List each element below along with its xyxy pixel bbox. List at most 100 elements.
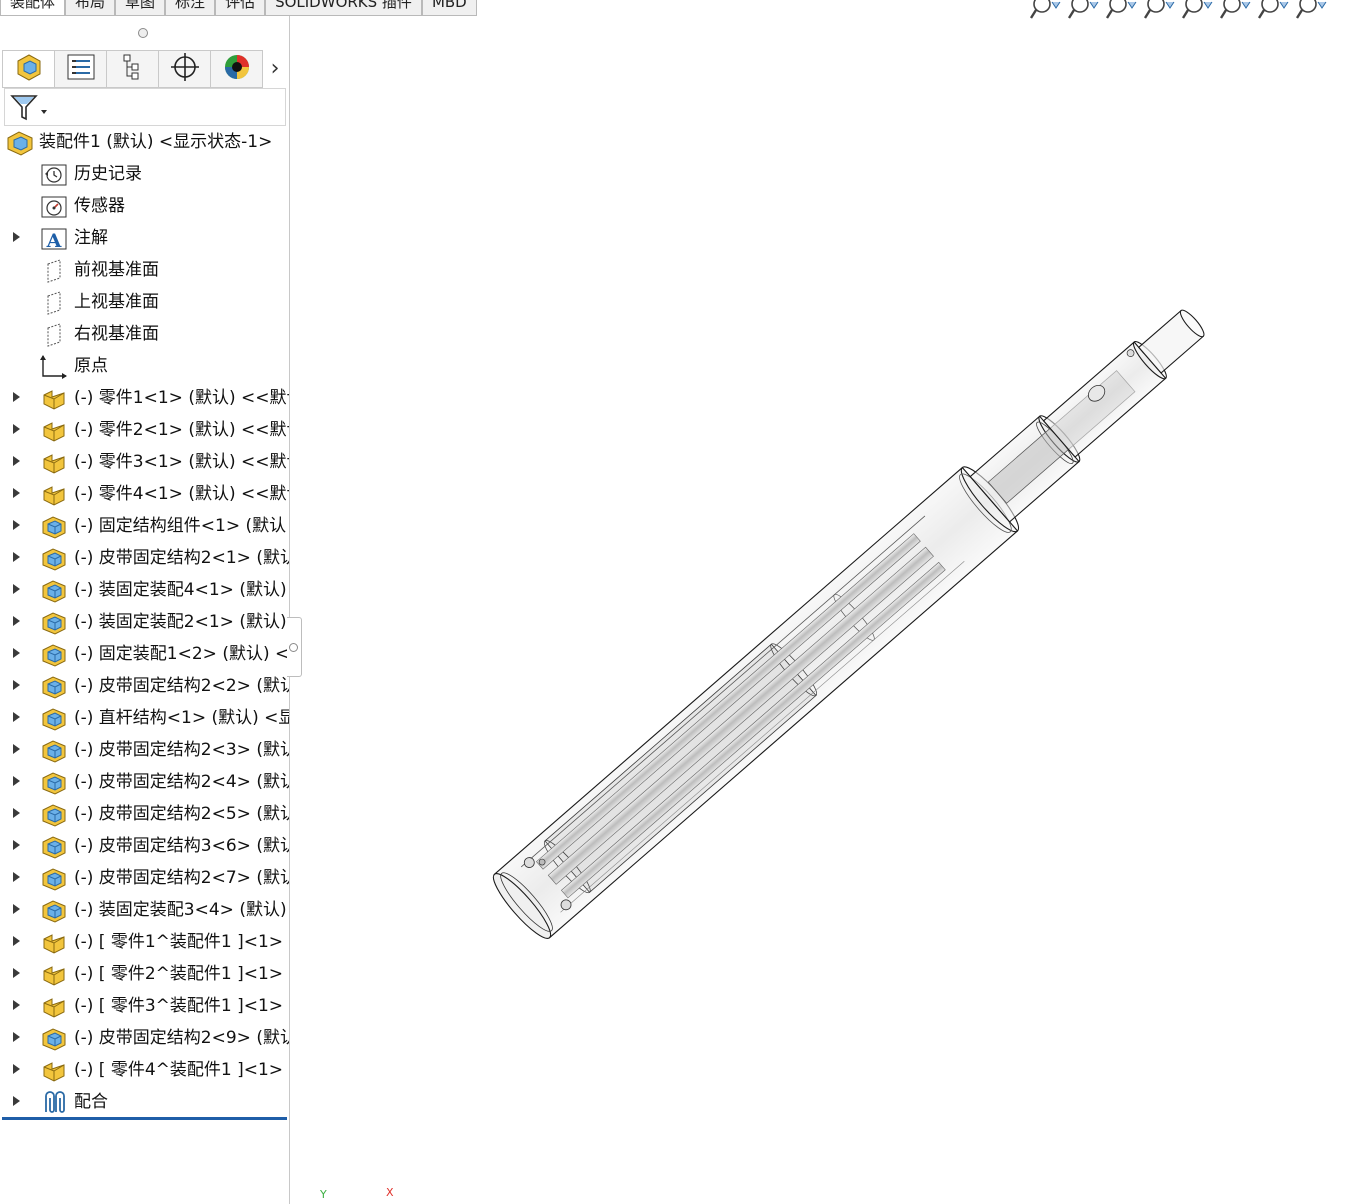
tree-item[interactable]: 历史记录 xyxy=(0,158,289,190)
expand-arrow-icon[interactable] xyxy=(13,232,20,242)
tree-item[interactable]: (-) 零件1<1> (默认) <<默认 xyxy=(0,382,289,414)
expand-arrow-icon[interactable] xyxy=(13,616,20,626)
tree-item[interactable]: (-) 皮带固定结构2<5> (默认 xyxy=(0,798,289,830)
tree-item[interactable]: (-) 皮带固定结构2<1> (默认 xyxy=(0,542,289,574)
tree-item-label: (-) [ 零件2^装配件1 ]<1> xyxy=(74,964,284,984)
tree-item-label: (-) [ 零件3^装配件1 ]<1> xyxy=(74,996,284,1016)
command-tab-0[interactable]: 装配体 xyxy=(0,0,66,16)
tree-item[interactable]: (-) [ 零件1^装配件1 ]<1> xyxy=(0,926,289,958)
tree-item[interactable]: (-) 装固定装配3<4> (默认) xyxy=(0,894,289,926)
filter-icon[interactable] xyxy=(7,90,51,124)
expand-arrow-icon[interactable] xyxy=(13,808,20,818)
dimxpertmanager-tab[interactable] xyxy=(159,50,211,88)
expand-arrow-icon[interactable] xyxy=(13,776,20,786)
tree-item[interactable]: 右视基准面 xyxy=(0,318,289,350)
expand-arrow-icon[interactable] xyxy=(13,424,20,434)
configurationmanager-icon xyxy=(118,52,148,86)
tree-item[interactable]: (-) 皮带固定结构2<3> (默认 xyxy=(0,734,289,766)
expand-arrow-icon[interactable] xyxy=(13,936,20,946)
tree-item[interactable]: 前视基准面 xyxy=(0,254,289,286)
tree-item[interactable]: (-) 皮带固定结构2<2> (默认 xyxy=(0,670,289,702)
command-tab-2[interactable]: 草图 xyxy=(115,0,166,16)
tree-item-label: 注解 xyxy=(74,228,108,248)
panel-grip-handle[interactable] xyxy=(138,28,148,38)
tree-item[interactable]: (-) 装固定装配4<1> (默认) xyxy=(0,574,289,606)
subassembly-icon xyxy=(40,1026,68,1052)
command-tab-3[interactable]: 标注 xyxy=(165,0,216,16)
tree-item[interactable]: (-) 皮带固定结构3<6> (默认 xyxy=(0,830,289,862)
expand-arrow-icon[interactable] xyxy=(13,552,20,562)
tree-item[interactable]: (-) 皮带固定结构2<4> (默认 xyxy=(0,766,289,798)
tree-item[interactable]: 传感器 xyxy=(0,190,289,222)
expand-arrow-icon[interactable] xyxy=(13,1000,20,1010)
expand-arrow-icon[interactable] xyxy=(13,456,20,466)
tree-item-label: (-) [ 零件4^装配件1 ]<1> xyxy=(74,1060,284,1080)
tree-item-label: (-) 直杆结构<1> (默认) <显 xyxy=(74,708,290,728)
tree-item[interactable]: 上视基准面 xyxy=(0,286,289,318)
tree-item[interactable]: (-) 固定结构组件<1> (默认 xyxy=(0,510,289,542)
configurationmanager-tab[interactable] xyxy=(107,50,159,88)
graphics-viewport[interactable]: Y X xyxy=(290,16,1351,1204)
panel-tabs-more-button[interactable]: › xyxy=(263,50,287,86)
plane-icon xyxy=(40,258,68,284)
tree-item-label: (-) 皮带固定结构2<4> (默认 xyxy=(74,772,290,792)
command-tab-5[interactable]: SOLIDWORKS 插件 xyxy=(265,0,422,16)
tree-filter-bar[interactable] xyxy=(4,88,286,126)
expand-arrow-icon[interactable] xyxy=(13,1096,20,1106)
tree-item-label: (-) 零件1<1> (默认) <<默认 xyxy=(74,388,290,408)
command-tab-1[interactable]: 布局 xyxy=(65,0,116,16)
tree-item[interactable]: (-) 零件4<1> (默认) <<默认 xyxy=(0,478,289,510)
tree-item-label: (-) 皮带固定结构2<3> (默认 xyxy=(74,740,290,760)
tree-item[interactable]: 配合 xyxy=(0,1086,289,1118)
subassembly-icon xyxy=(40,802,68,828)
tree-item[interactable]: (-) 皮带固定结构2<9> (默认 xyxy=(0,1022,289,1054)
tree-item-label: 传感器 xyxy=(74,196,125,216)
displaymanager-tab[interactable] xyxy=(211,50,263,88)
tree-item[interactable]: (-) 装固定装配2<1> (默认) xyxy=(0,606,289,638)
command-tab-4[interactable]: 评估 xyxy=(215,0,266,16)
expand-arrow-icon[interactable] xyxy=(13,840,20,850)
expand-arrow-icon[interactable] xyxy=(13,392,20,402)
tree-item[interactable]: (-) 零件2<1> (默认) <<默认 xyxy=(0,414,289,446)
triad-y-label: Y xyxy=(320,1188,327,1201)
tree-item[interactable]: (-) [ 零件4^装配件1 ]<1> xyxy=(0,1054,289,1086)
tree-item-label: (-) 皮带固定结构2<9> (默认 xyxy=(74,1028,290,1048)
expand-arrow-icon[interactable] xyxy=(13,904,20,914)
expand-arrow-icon[interactable] xyxy=(13,968,20,978)
expand-arrow-icon[interactable] xyxy=(13,1032,20,1042)
tree-item-label: (-) 皮带固定结构2<1> (默认 xyxy=(74,548,290,568)
part-icon xyxy=(40,418,68,444)
tree-item[interactable]: 原点 xyxy=(0,350,289,382)
assembly-model[interactable] xyxy=(290,16,1351,1204)
tree-item-label: (-) 零件3<1> (默认) <<默认 xyxy=(74,452,290,472)
tree-item[interactable]: A 注解 xyxy=(0,222,289,254)
tree-item[interactable]: (-) [ 零件3^装配件1 ]<1> xyxy=(0,990,289,1022)
subassembly-icon xyxy=(40,546,68,572)
command-tab-6[interactable]: MBD xyxy=(421,0,477,16)
featuremanager-tree-tab[interactable] xyxy=(2,50,55,88)
expand-arrow-icon[interactable] xyxy=(13,584,20,594)
tree-item-label: (-) 零件2<1> (默认) <<默认 xyxy=(74,420,290,440)
expand-arrow-icon[interactable] xyxy=(13,872,20,882)
expand-arrow-icon[interactable] xyxy=(13,488,20,498)
expand-arrow-icon[interactable] xyxy=(13,648,20,658)
tree-item[interactable]: (-) 皮带固定结构2<7> (默认 xyxy=(0,862,289,894)
upper-tube[interactable] xyxy=(1042,341,1167,458)
tree-item-label: (-) 装固定装配2<1> (默认) xyxy=(74,612,287,632)
expand-arrow-icon[interactable] xyxy=(13,744,20,754)
dimxpertmanager-icon xyxy=(170,52,200,86)
tree-item[interactable]: (-) 固定装配1<2> (默认) < xyxy=(0,638,289,670)
tree-item[interactable]: (-) 零件3<1> (默认) <<默认 xyxy=(0,446,289,478)
mates-icon xyxy=(40,1090,68,1116)
part-icon xyxy=(40,994,68,1020)
tree-root-assembly[interactable]: 装配件1 (默认) <显示状态-1> xyxy=(0,126,289,158)
tree-item[interactable]: (-) 直杆结构<1> (默认) <显 xyxy=(0,702,289,734)
expand-arrow-icon[interactable] xyxy=(13,520,20,530)
propertymanager-tab[interactable] xyxy=(55,50,107,88)
tree-item[interactable]: (-) [ 零件2^装配件1 ]<1> xyxy=(0,958,289,990)
expand-arrow-icon[interactable] xyxy=(13,1064,20,1074)
expand-arrow-icon[interactable] xyxy=(13,712,20,722)
displaymanager-icon xyxy=(222,52,252,86)
rollback-bar[interactable] xyxy=(2,1117,287,1120)
expand-arrow-icon[interactable] xyxy=(13,680,20,690)
